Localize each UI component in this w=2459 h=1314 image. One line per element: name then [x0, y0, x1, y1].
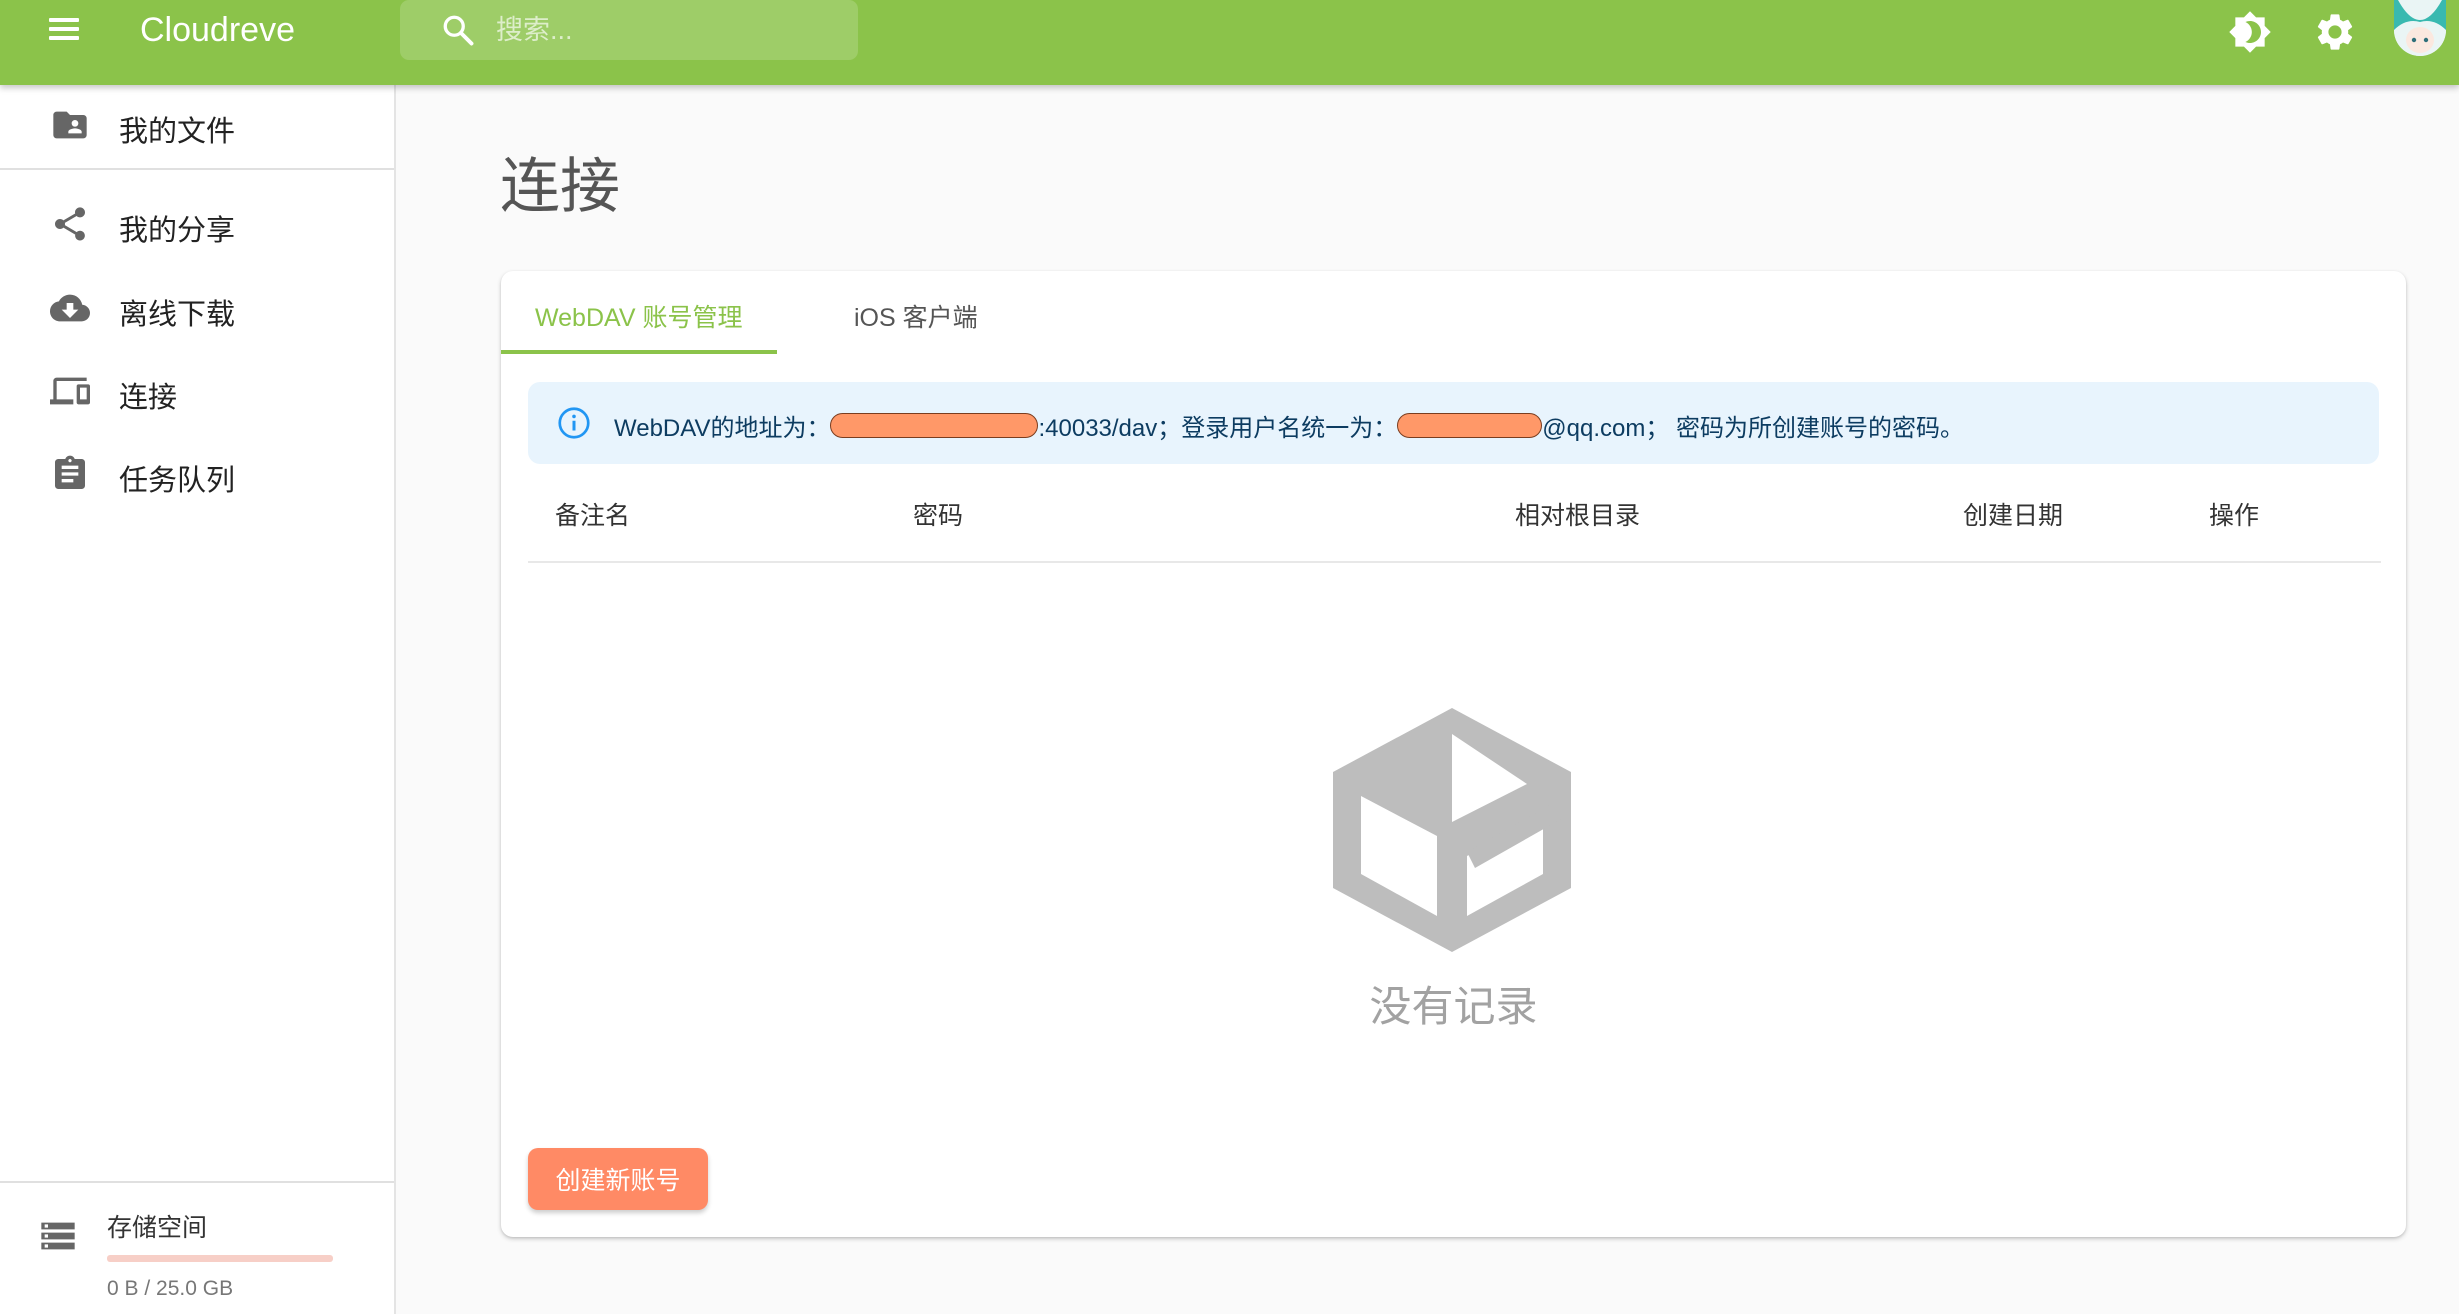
tab-ios-client[interactable]: iOS 客户端 [777, 271, 1053, 355]
devices-icon [50, 377, 90, 405]
sidebar-item-my-files[interactable]: 我的文件 [0, 85, 394, 169]
create-account-button[interactable]: 创建新账号 [528, 1148, 708, 1210]
search-input[interactable] [496, 8, 836, 52]
app-bar: Cloudreve [0, 0, 2459, 85]
avatar[interactable] [2394, 0, 2446, 56]
sidebar-item-connect[interactable]: 连接 [0, 351, 394, 435]
storage-label: 存储空间 [107, 1214, 208, 1242]
page-title: 连接 [500, 153, 620, 220]
alert-message: WebDAV的地址为： :40033/dav；登录用户名统一为： @qq.com… [614, 408, 1964, 443]
sidebar-item-my-shares[interactable]: 我的分享 [0, 184, 394, 268]
menu-icon[interactable] [40, 14, 88, 50]
redacted-address [830, 413, 1039, 438]
brightness-icon[interactable] [2228, 10, 2272, 54]
sidebar-item-label: 任务队列 [119, 465, 236, 497]
table-header-root-dir: 相对根目录 [1515, 502, 1641, 530]
sidebar-item-task-queue[interactable]: 任务队列 [0, 434, 394, 518]
storage-icon [41, 1222, 75, 1250]
sidebar: 我的文件 我的分享 离线下载 连接 任务队列 存储空间 0 B / 25.0 G… [0, 85, 396, 1314]
table-header-password: 密码 [913, 502, 964, 530]
app-title: Cloudreve [140, 11, 295, 49]
clipboard-icon [55, 455, 85, 489]
sidebar-item-label: 连接 [119, 382, 178, 414]
empty-state-text: 没有记录 [1369, 983, 1538, 1030]
table-header-divider [528, 561, 2381, 563]
sidebar-item-label: 我的文件 [119, 116, 236, 148]
table-header-note: 备注名 [555, 502, 631, 530]
sidebar-item-offline-download[interactable]: 离线下载 [0, 268, 394, 352]
alert-prefix: WebDAV的地址为： [614, 415, 831, 442]
empty-box-icon [1333, 708, 1571, 952]
storage-progress-bar [107, 1255, 333, 1262]
tab-webdav-label: WebDAV 账号管理 [535, 304, 743, 332]
search-box[interactable] [400, 0, 858, 60]
info-alert: WebDAV的地址为： :40033/dav；登录用户名统一为： @qq.com… [528, 382, 2379, 464]
tab-webdav[interactable]: WebDAV 账号管理 [501, 271, 777, 355]
avatar-image [2394, 0, 2446, 56]
share-icon [55, 207, 85, 241]
sidebar-item-label: 离线下载 [119, 299, 236, 331]
table-header-actions: 操作 [2209, 502, 2260, 530]
tab-ios-client-label: iOS 客户端 [854, 304, 978, 332]
redacted-username [1397, 413, 1543, 438]
sidebar-item-label: 我的分享 [119, 215, 236, 247]
info-icon [558, 407, 590, 439]
sidebar-bottom-divider [0, 1181, 394, 1183]
storage-usage-text: 0 B / 25.0 GB [107, 1277, 234, 1300]
alert-suffix: @qq.com； 密码为所创建账号的密码。 [1542, 415, 1964, 442]
sidebar-divider [0, 168, 394, 170]
table-header-created-date: 创建日期 [1963, 502, 2064, 530]
connection-card: WebDAV 账号管理 iOS 客户端 WebDAV的地址为： :40033/d… [501, 271, 2406, 1237]
alert-mid: :40033/dav；登录用户名统一为： [1038, 415, 1398, 442]
gear-icon[interactable] [2313, 10, 2357, 54]
tab-indicator [501, 350, 777, 354]
search-icon [443, 15, 474, 46]
folder-account-icon [53, 111, 87, 139]
cloud-download-icon [50, 294, 90, 322]
